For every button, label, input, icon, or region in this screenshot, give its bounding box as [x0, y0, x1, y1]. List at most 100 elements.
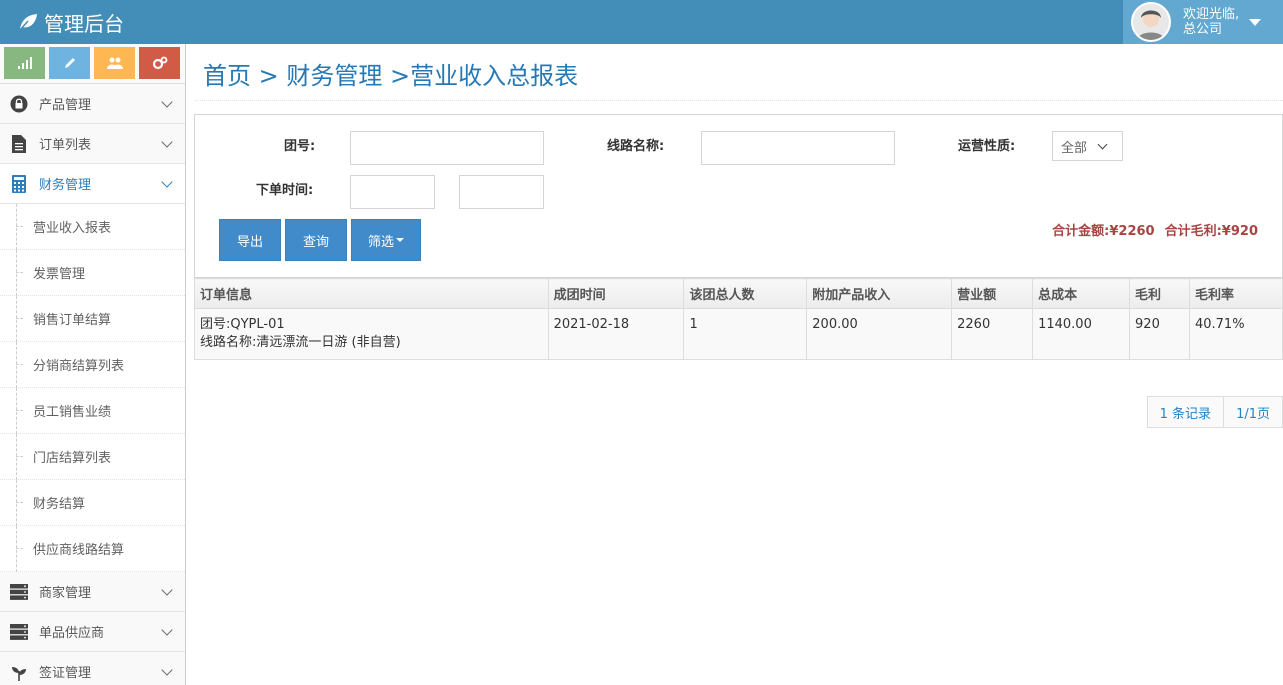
shortcut-settings-button[interactable] — [139, 47, 180, 79]
submenu-item-staff-performance[interactable]: 员工销售业绩 — [0, 388, 185, 434]
order-time-to-input[interactable] — [459, 175, 544, 209]
operation-nature-select[interactable]: 全部 — [1052, 131, 1123, 161]
operation-nature-label: 运营性质: — [958, 139, 1016, 154]
cell-profit: 920 — [1129, 308, 1190, 360]
col-header-extra-income[interactable]: 附加产品收入 — [806, 278, 953, 309]
sidebar-item-merchants[interactable]: 商家管理 — [0, 572, 185, 612]
leaf-icon — [19, 14, 37, 31]
query-button-label: 查询 — [302, 234, 329, 250]
export-button[interactable]: 导出 — [219, 219, 281, 261]
col-header-order-info[interactable]: 订单信息 — [194, 278, 549, 309]
finance-submenu: 营业收入报表 发票管理 销售订单结算 分销商结算列表 员工销售业绩 门店结算列表… — [0, 204, 185, 572]
col-header-people[interactable]: 该团总人数 — [683, 278, 808, 309]
revenue-table: 订单信息 成团时间 该团总人数 附加产品收入 营业额 总成本 毛利 毛利率 团号… — [194, 278, 1283, 360]
submenu-item-store-settlement[interactable]: 门店结算列表 — [0, 434, 185, 480]
submenu-item-finance-settlement[interactable]: 财务结算 — [0, 480, 185, 526]
document-icon — [9, 134, 29, 154]
cell-revenue: 2260 — [951, 308, 1034, 360]
server-icon — [9, 582, 29, 602]
table-header-row: 订单信息 成团时间 该团总人数 附加产品收入 营业额 总成本 毛利 毛利率 — [194, 278, 1283, 309]
cell-order-info: 团号:QYPL-01 线路名称:清远漂流一日游 (非自营) — [194, 308, 549, 360]
brand[interactable]: 管理后台 — [18, 0, 124, 44]
cell-group-date: 2021-02-18 — [547, 308, 685, 360]
group-no-label: 团号: — [284, 139, 316, 154]
sidebar-item-finance[interactable]: 财务管理 — [0, 164, 185, 204]
top-navbar: 管理后台 欢迎光临, 总公司 — [0, 0, 1283, 44]
submenu-item-supplier-settlement[interactable]: 供应商线路结算 — [0, 526, 185, 572]
submenu-item-distributor-settlement[interactable]: 分销商结算列表 — [0, 342, 185, 388]
route-name: 线路名称:清远漂流一日游 (非自营) — [200, 335, 401, 350]
chevron-down-icon — [161, 624, 173, 636]
breadcrumb-divider — [195, 100, 1283, 101]
avatar — [1131, 2, 1171, 42]
select-value: 全部 — [1061, 140, 1088, 156]
sidebar-item-products[interactable]: 产品管理 — [0, 84, 185, 124]
leaf-icon — [9, 662, 29, 682]
chevron-down-icon — [1097, 139, 1108, 149]
chevron-down-icon — [161, 584, 173, 596]
caret-down-icon — [396, 238, 404, 242]
chevron-down-icon — [161, 96, 173, 108]
sidebar-item-suppliers[interactable]: 单品供应商 — [0, 612, 185, 652]
server-icon — [9, 622, 29, 642]
cell-margin: 40.71% — [1188, 308, 1283, 360]
sidebar-item-label: 财务管理 — [39, 178, 92, 193]
total-amount: 合计金额:¥2260 — [1052, 224, 1155, 239]
brand-title: 管理后台 — [44, 11, 124, 36]
user-menu[interactable]: 欢迎光临, 总公司 — [1123, 0, 1283, 44]
sidebar-item-orders[interactable]: 订单列表 — [0, 124, 185, 164]
chevron-down-icon — [161, 136, 173, 148]
sidebar-item-visa[interactable]: 签证管理 — [0, 652, 185, 685]
cell-people: 1 — [683, 308, 808, 360]
shortcut-stats-button[interactable] — [4, 47, 45, 79]
col-header-margin[interactable]: 毛利率 — [1188, 278, 1283, 309]
submenu-item-invoices[interactable]: 发票管理 — [0, 250, 185, 296]
sidebar: 产品管理 订单列表 财务管理 营业收入报表 发票管理 销售订单结算 分销商结算列… — [0, 44, 186, 685]
shortcut-users-button[interactable] — [94, 47, 135, 79]
cell-cost: 1140.00 — [1032, 308, 1131, 360]
col-header-revenue[interactable]: 营业额 — [951, 278, 1034, 309]
table-row[interactable]: 团号:QYPL-01 线路名称:清远漂流一日游 (非自营) 2021-02-18… — [194, 308, 1283, 360]
export-button-label: 导出 — [236, 234, 263, 250]
chevron-down-icon — [161, 664, 173, 676]
welcome-text: 欢迎光临, — [1183, 7, 1240, 22]
sidebar-item-label: 单品供应商 — [39, 626, 105, 641]
sidebar-item-label: 产品管理 — [39, 98, 92, 113]
submenu-item-revenue-report[interactable]: 营业收入报表 — [0, 204, 185, 250]
cogs-icon — [152, 56, 167, 70]
company-name: 总公司 — [1183, 22, 1223, 37]
col-header-profit[interactable]: 毛利 — [1129, 278, 1190, 309]
breadcrumb: 首页 > 财务管理 >营业收入总报表 — [203, 62, 579, 90]
lock-icon — [9, 94, 29, 114]
shortcut-edit-button[interactable] — [49, 47, 90, 79]
sidebar-item-label: 订单列表 — [39, 138, 92, 153]
cell-extra-income: 200.00 — [806, 308, 953, 360]
route-name-label: 线路名称: — [607, 139, 665, 154]
shortcut-bar — [0, 44, 185, 84]
col-header-group-date[interactable]: 成团时间 — [547, 278, 685, 309]
sidebar-item-label: 签证管理 — [39, 666, 92, 681]
totals-summary: 合计金额:¥2260 合计毛利:¥920 — [1042, 220, 1258, 239]
order-time-label: 下单时间: — [256, 183, 314, 198]
order-time-from-input[interactable] — [350, 175, 435, 209]
user-info: 欢迎光临, 总公司 — [1183, 7, 1239, 37]
pagination: 1 条记录 1/1页 — [1146, 396, 1283, 428]
pencil-icon — [64, 58, 75, 68]
chevron-down-icon — [161, 176, 173, 188]
filter-panel: 团号: 线路名称: 运营性质: 全部 下单时间: 导出 查询 筛选 合计金额:¥… — [194, 114, 1283, 278]
signal-icon — [17, 57, 32, 69]
users-icon — [106, 57, 123, 69]
submenu-item-sales-settlement[interactable]: 销售订单结算 — [0, 296, 185, 342]
page-indicator[interactable]: 1/1页 — [1224, 396, 1283, 428]
calculator-icon — [9, 174, 29, 194]
filter-button-label: 筛选 — [367, 234, 394, 250]
col-header-cost[interactable]: 总成本 — [1032, 278, 1131, 309]
record-count[interactable]: 1 条记录 — [1146, 396, 1225, 428]
group-number: 团号:QYPL-01 — [200, 317, 285, 332]
sidebar-item-label: 商家管理 — [39, 586, 92, 601]
caret-down-icon[interactable] — [1249, 18, 1262, 26]
group-no-input[interactable] — [350, 131, 544, 165]
route-name-input[interactable] — [701, 131, 895, 165]
query-button[interactable]: 查询 — [285, 219, 347, 261]
filter-dropdown-button[interactable]: 筛选 — [351, 219, 421, 261]
